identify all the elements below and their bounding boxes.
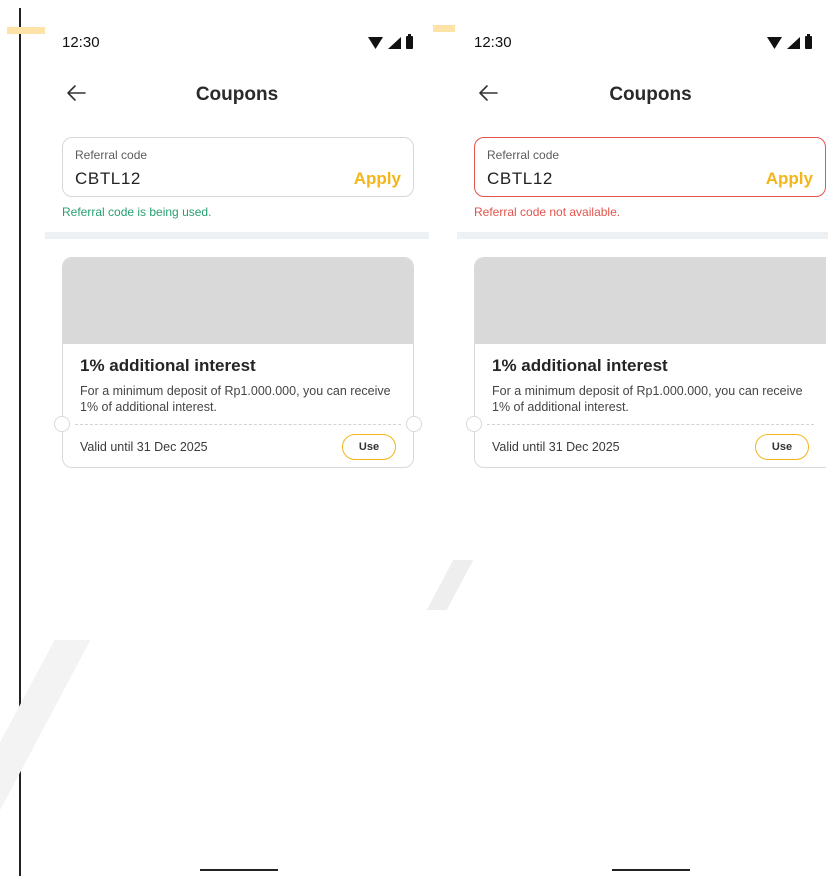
- status-icons: [368, 34, 413, 49]
- apply-button[interactable]: Apply: [354, 169, 401, 189]
- phone-screen-success: 12:30 Coupons Referral code CBTL12 Apply…: [45, 0, 429, 876]
- coupon-dashed-separator: [487, 424, 814, 425]
- referral-error-message: Referral code not available.: [474, 205, 621, 219]
- home-indicator[interactable]: [612, 869, 690, 871]
- coupon-title: 1% additional interest: [492, 356, 668, 375]
- page-title: Coupons: [195, 84, 279, 105]
- app-bar: Coupons: [45, 80, 429, 112]
- status-time: 12:30: [474, 34, 512, 51]
- wifi-icon: [767, 36, 782, 49]
- coupon-card[interactable]: 1% additional interest For a minimum dep…: [474, 257, 826, 468]
- referral-code-field[interactable]: Referral code CBTL12 Apply: [62, 137, 414, 197]
- section-divider: [45, 232, 429, 239]
- battery-icon: [406, 34, 413, 49]
- accent-tab-middle: [433, 25, 455, 32]
- apply-button[interactable]: Apply: [766, 169, 813, 189]
- status-icons: [767, 34, 812, 49]
- app-bar: Coupons: [457, 80, 828, 112]
- coupon-notch-left: [466, 416, 482, 432]
- coupon-validity: Valid until 31 Dec 2025: [492, 440, 620, 454]
- coupon-description: For a minimum deposit of Rp1.000.000, yo…: [492, 384, 803, 414]
- coupon-notch-right: [406, 416, 422, 432]
- coupon-dashed-separator: [75, 424, 401, 425]
- home-indicator[interactable]: [200, 869, 278, 871]
- coupon-validity: Valid until 31 Dec 2025: [80, 440, 208, 454]
- status-bar: 12:30: [62, 34, 413, 54]
- status-time: 12:30: [62, 34, 100, 51]
- battery-icon: [805, 34, 812, 49]
- referral-code-label: Referral code: [487, 148, 560, 162]
- coupon-title: 1% additional interest: [80, 356, 256, 375]
- accent-tab-left: [7, 27, 45, 34]
- wifi-icon: [368, 36, 383, 49]
- coupon-image-placeholder: [475, 258, 826, 344]
- referral-success-message: Referral code is being used.: [62, 205, 212, 219]
- phone-screen-error: 12:30 Coupons Referral code CBTL12 Apply…: [457, 0, 828, 876]
- referral-code-label: Referral code: [75, 148, 148, 162]
- coupon-notch-left: [54, 416, 70, 432]
- use-coupon-button[interactable]: Use: [342, 434, 396, 460]
- signal-icon: [787, 36, 800, 49]
- coupon-description: For a minimum deposit of Rp1.000.000, yo…: [80, 384, 391, 414]
- signal-icon: [388, 36, 401, 49]
- referral-code-input[interactable]: CBTL12: [75, 169, 141, 189]
- coupon-image-placeholder: [63, 258, 413, 344]
- status-bar: 12:30: [474, 34, 812, 54]
- referral-code-input[interactable]: CBTL12: [487, 169, 553, 189]
- section-divider: [457, 232, 828, 239]
- coupon-card[interactable]: 1% additional interest For a minimum dep…: [62, 257, 414, 468]
- use-coupon-button[interactable]: Use: [755, 434, 809, 460]
- referral-code-field[interactable]: Referral code CBTL12 Apply: [474, 137, 826, 197]
- page-title: Coupons: [609, 84, 692, 105]
